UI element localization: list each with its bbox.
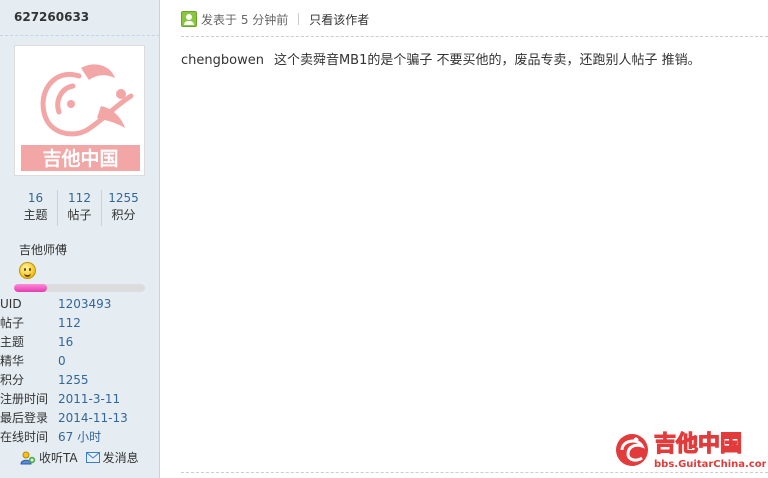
rank-title[interactable]: 吉他师傅 (19, 241, 67, 258)
watermark-title: 吉他中国 (654, 431, 742, 457)
info-key: 最后登录 (0, 411, 49, 425)
info-row-digest: 精华 0 (0, 352, 160, 371)
author-actions: 收听TA 发消息 (20, 449, 139, 466)
author-username[interactable]: 627260633 (14, 10, 89, 24)
stat-posts[interactable]: 112 帖子 (58, 190, 102, 226)
info-row-register-date: 注册时间 2011-3-11 (0, 390, 160, 409)
info-value: 2011-3-11 (58, 392, 121, 406)
info-value: 0 (58, 354, 66, 368)
post-meta-bar: 发表于 5 分钟前 只看该作者 (181, 10, 369, 28)
info-key: UID (0, 297, 22, 311)
info-value: 2014-11-13 (58, 411, 128, 425)
smiley-icon (19, 262, 36, 279)
guitarchina-watermark: 吉他中国 bbs.GuitarChina.com (616, 430, 766, 470)
info-key: 积分 (0, 373, 25, 387)
stat-label: 帖子 (67, 208, 92, 222)
stat-value[interactable]: 1255 (102, 190, 145, 206)
stat-credits[interactable]: 1255 积分 (102, 190, 145, 226)
guitarchina-logo-icon: 吉他中国 (21, 64, 140, 171)
divider (0, 35, 160, 36)
guitarchina-logo-icon (616, 434, 648, 466)
follow-icon (20, 451, 36, 464)
info-key: 主题 (0, 335, 25, 349)
stat-label: 主题 (23, 208, 48, 222)
send-message-button[interactable]: 发消息 (85, 449, 139, 466)
info-key: 注册时间 (0, 392, 49, 406)
post-time: 发表于 5 分钟前 (201, 12, 289, 27)
divider (181, 36, 768, 37)
info-key: 帖子 (0, 316, 25, 330)
stat-value[interactable]: 16 (14, 190, 57, 206)
author-stats: 16 主题 112 帖子 1255 积分 (14, 190, 145, 226)
rank-progress-fill (14, 284, 47, 292)
author-sidebar: 627260633 吉他中国 16 主题 112 帖子 1255 积分 吉他师傅… (0, 0, 160, 478)
watermark-url: bbs.GuitarChina.com (654, 459, 766, 470)
info-value[interactable]: 1203493 (58, 295, 111, 314)
avatar[interactable]: 吉他中国 (14, 45, 145, 176)
divider (181, 472, 768, 473)
info-value[interactable]: 112 (58, 314, 81, 333)
info-key: 在线时间 (0, 430, 49, 444)
post-body-text: 这个卖舜音MB1的是个骗子 不要买他的，废品专卖，还跑别人帖子 推销。 (273, 53, 701, 68)
divider (298, 13, 300, 25)
view-author-only-link[interactable]: 只看该作者 (309, 11, 369, 28)
info-value[interactable]: 1255 (58, 371, 89, 390)
info-value[interactable]: 16 (58, 333, 73, 352)
info-key: 精华 (0, 354, 25, 368)
info-row-uid: UID 1203493 (0, 295, 160, 314)
info-row-credits: 积分 1255 (0, 371, 160, 390)
envelope-icon (85, 452, 100, 463)
author-info: UID 1203493 帖子 112 主题 16 精华 0 积分 1255 注册… (0, 295, 160, 447)
stat-label: 积分 (111, 208, 136, 222)
stat-value[interactable]: 112 (58, 190, 101, 206)
follow-button[interactable]: 收听TA (20, 449, 78, 466)
stat-topics[interactable]: 16 主题 (14, 190, 58, 226)
info-row-last-login: 最后登录 2014-11-13 (0, 409, 160, 428)
post-content: chengbowen 这个卖舜音MB1的是个骗子 不要买他的，废品专卖，还跑别人帖… (181, 49, 768, 68)
send-message-label[interactable]: 发消息 (103, 449, 139, 466)
online-user-icon (181, 11, 197, 27)
info-value: 67 小时 (58, 430, 102, 444)
mentioned-user: chengbowen (181, 53, 264, 68)
avatar-logo-text: 吉他中国 (42, 147, 118, 170)
info-row-topics: 主题 16 (0, 333, 160, 352)
info-row-posts: 帖子 112 (0, 314, 160, 333)
info-row-online-time: 在线时间 67 小时 (0, 428, 160, 447)
follow-label[interactable]: 收听TA (39, 449, 78, 466)
rank-progress-bar (14, 284, 145, 292)
